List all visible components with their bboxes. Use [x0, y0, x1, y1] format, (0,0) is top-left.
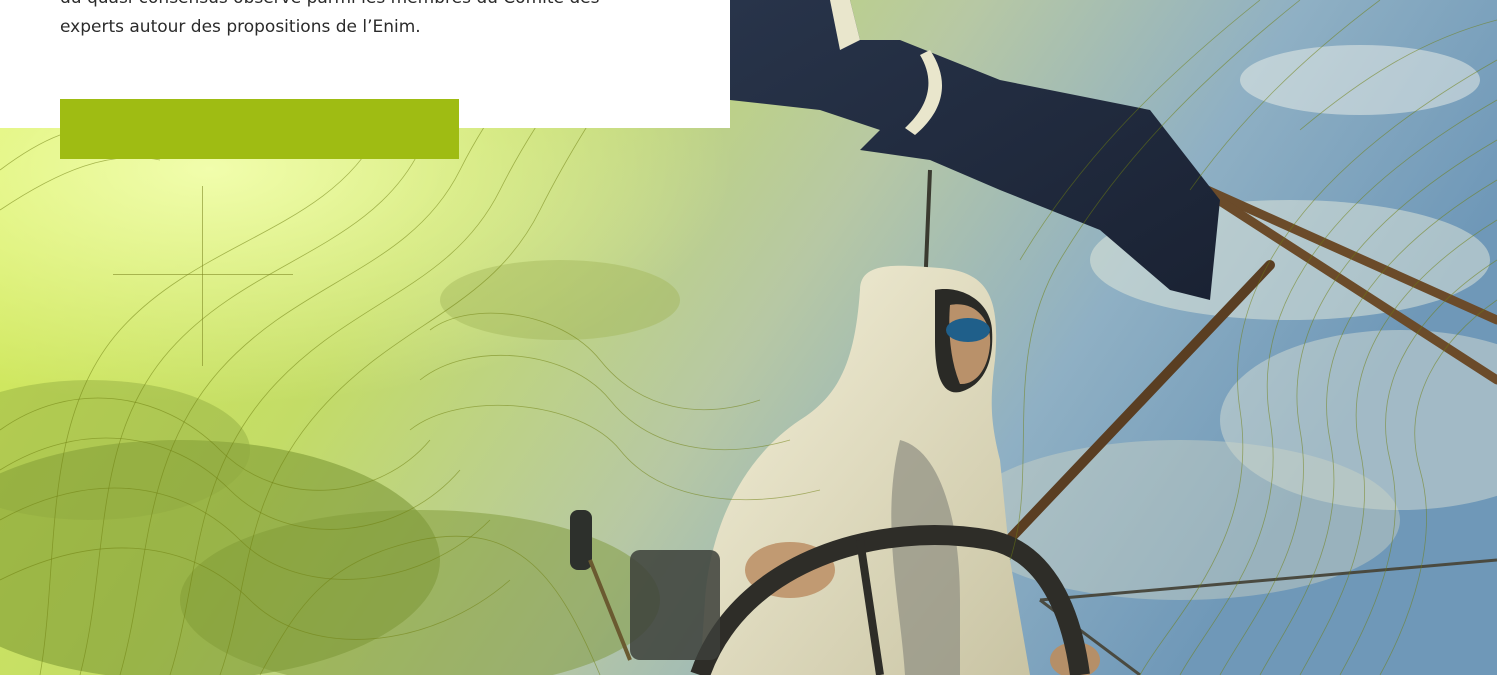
- page: du quasi-consensus observé parmi les mem…: [0, 0, 1497, 675]
- cta-button[interactable]: [60, 99, 459, 159]
- intro-line-1: du quasi-consensus observé parmi les mem…: [60, 0, 700, 13]
- crosshair-icon-horizontal: [113, 274, 293, 275]
- intro-paragraph: du quasi-consensus observé parmi les mem…: [60, 0, 700, 42]
- intro-line-2: experts autour des propositions de l’Eni…: [60, 17, 421, 37]
- crosshair-icon-vertical: [202, 186, 203, 366]
